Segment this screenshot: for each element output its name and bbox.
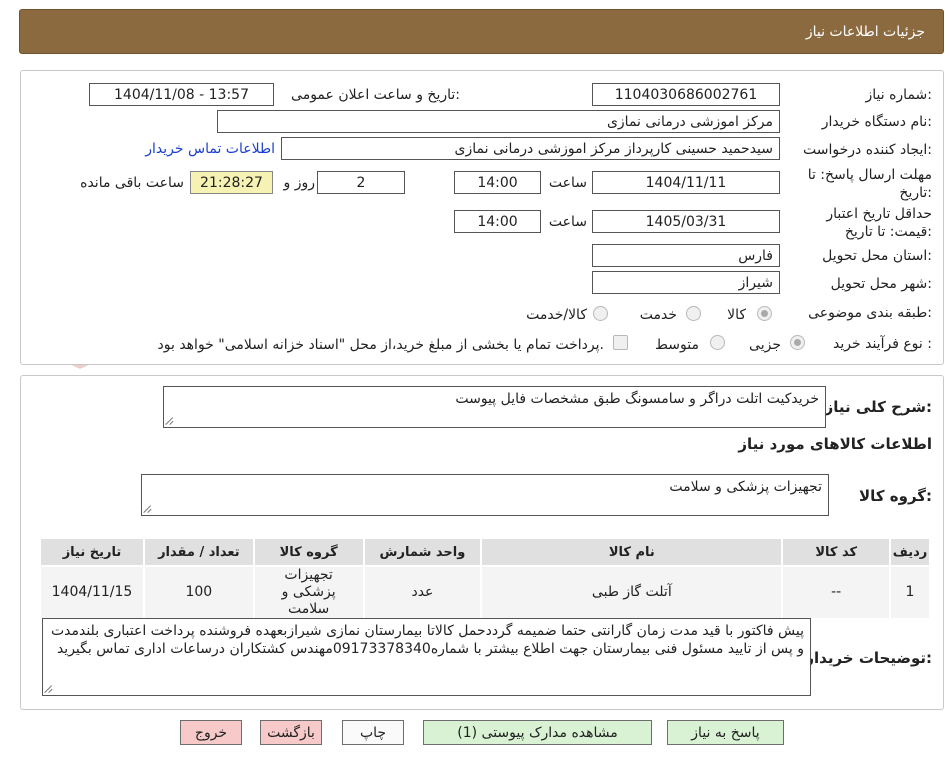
category-radio-service[interactable] xyxy=(686,306,701,321)
resize-grip-icon[interactable] xyxy=(45,685,53,693)
view-attachments-button[interactable]: مشاهده مدارک پیوستی (1) xyxy=(423,720,652,745)
validity-label: حداقل تاریخ اعتبار قیمت: تا تاریخ: xyxy=(826,206,932,240)
province-field: فارس xyxy=(592,244,780,267)
col-header-row-number: ردیف xyxy=(889,537,931,567)
buyer-notes-text: پیش فاکتور با قید مدت زمان گارانتی حتما … xyxy=(50,623,804,657)
city-field: شیراز xyxy=(592,271,780,294)
cell-group: تجهیزات پزشکی و سلامت xyxy=(252,565,365,620)
col-header-quantity: تعداد / مقدار xyxy=(142,537,255,567)
col-header-unit: واحد شمارش xyxy=(362,537,483,567)
city-label: شهر محل تحویل: xyxy=(830,276,932,292)
cell-need-date: 1404/11/15 xyxy=(39,565,145,620)
process-note: پرداخت تمام یا بخشی از مبلغ خرید،از محل … xyxy=(157,337,604,353)
process-radio-medium[interactable] xyxy=(710,335,725,350)
buyer-notes-label: توضیحات خریدار: xyxy=(805,649,932,667)
province-label: استان محل تحویل: xyxy=(822,248,932,264)
announce-field: 1404/11/08 - 13:57 xyxy=(89,83,274,106)
process-option-minor: جزیی xyxy=(749,337,781,353)
cell-quantity: 100 xyxy=(142,565,255,620)
validity-time-field: 14:00 xyxy=(454,210,541,233)
items-table-wrapper: ردیف کد کالا نام کالا واحد شمارش گروه کا… xyxy=(39,537,931,620)
process-label: نوع فرآیند خرید : xyxy=(833,336,932,352)
remaining-timer: 21:28:27 xyxy=(190,171,273,194)
group-label: گروه کالا: xyxy=(859,487,932,505)
days-label: روز و xyxy=(283,175,316,191)
table-row: 1 -- آتلت گاز طبی عدد تجهیزات پزشکی و سل… xyxy=(39,565,931,620)
col-header-group: گروه کالا xyxy=(252,537,365,567)
resize-grip-icon[interactable] xyxy=(144,505,152,513)
summary-textarea[interactable]: خریدکیت اتلت دراگر و سامسونگ طبق مشخصات … xyxy=(163,386,826,428)
summary-label: شرح کلی نیاز: xyxy=(824,398,932,416)
category-option-service: خدمت xyxy=(639,307,677,323)
category-option-goods-service: کالا/خدمت xyxy=(526,307,587,323)
resize-grip-icon[interactable] xyxy=(166,417,174,425)
col-header-item-code: کد کالا xyxy=(781,537,892,567)
reply-button[interactable]: پاسخ به نیاز xyxy=(667,720,784,745)
category-radio-goods[interactable] xyxy=(757,306,772,321)
cell-item-code: -- xyxy=(781,565,892,620)
remaining-label: ساعت باقی مانده xyxy=(80,175,184,191)
goods-heading: اطلاعات کالاهای مورد نیاز xyxy=(738,435,932,453)
buyer-notes-textarea[interactable]: پیش فاکتور با قید مدت زمان گارانتی حتما … xyxy=(42,618,811,696)
group-text: تجهیزات پزشکی و سلامت xyxy=(669,479,822,495)
validity-time-label: ساعت xyxy=(548,214,587,230)
need-number-label: شماره نیاز: xyxy=(865,87,932,103)
buyer-org-field: مرکز اموزشی درمانی نمازی xyxy=(217,110,780,133)
announce-label: تاریخ و ساعت اعلان عمومی: xyxy=(291,87,460,103)
page-title: جزئیات اطلاعات نیاز xyxy=(805,24,925,40)
back-button[interactable]: بازگشت xyxy=(260,720,322,745)
deadline-date-field: 1404/11/11 xyxy=(592,171,780,194)
table-header-row: ردیف کد کالا نام کالا واحد شمارش گروه کا… xyxy=(39,537,931,567)
buyer-org-label: نام دستگاه خریدار: xyxy=(821,114,932,130)
treasury-checkbox[interactable] xyxy=(613,335,628,350)
summary-text: خریدکیت اتلت دراگر و سامسونگ طبق مشخصات … xyxy=(455,391,819,407)
cell-row-number: 1 xyxy=(889,565,931,620)
requester-label: ایجاد کننده درخواست: xyxy=(803,142,932,158)
cell-item-name: آتلت گاز طبی xyxy=(480,565,784,620)
validity-date-field: 1405/03/31 xyxy=(592,210,780,233)
deadline-time-field: 14:00 xyxy=(454,171,541,194)
requester-field: سیدحمید حسینی کارپرداز مرکز اموزشی درمان… xyxy=(281,137,780,160)
days-field: 2 xyxy=(317,171,405,194)
category-option-goods: کالا xyxy=(727,307,746,323)
category-radio-goods-service[interactable] xyxy=(593,306,608,321)
process-option-medium: متوسط xyxy=(655,337,699,353)
category-label: طبقه بندی موضوعی: xyxy=(808,305,932,321)
group-textarea[interactable]: تجهیزات پزشکی و سلامت xyxy=(141,474,829,516)
contact-buyer-link[interactable]: اطلاعات تماس خریدار xyxy=(145,141,275,157)
exit-button[interactable]: خروج xyxy=(180,720,242,745)
page-header: جزئیات اطلاعات نیاز xyxy=(19,9,944,54)
items-table: ردیف کد کالا نام کالا واحد شمارش گروه کا… xyxy=(39,537,931,620)
print-button[interactable]: چاپ xyxy=(342,720,404,745)
col-header-need-date: تاریخ نیاز xyxy=(39,537,145,567)
process-radio-minor[interactable] xyxy=(790,335,805,350)
need-number-field: 1104030686002761 xyxy=(592,83,780,106)
deadline-label: مهلت ارسال پاسخ: تا تاریخ: xyxy=(807,167,932,201)
cell-unit: عدد xyxy=(362,565,483,620)
col-header-item-name: نام کالا xyxy=(480,537,784,567)
deadline-time-label: ساعت xyxy=(548,175,587,191)
